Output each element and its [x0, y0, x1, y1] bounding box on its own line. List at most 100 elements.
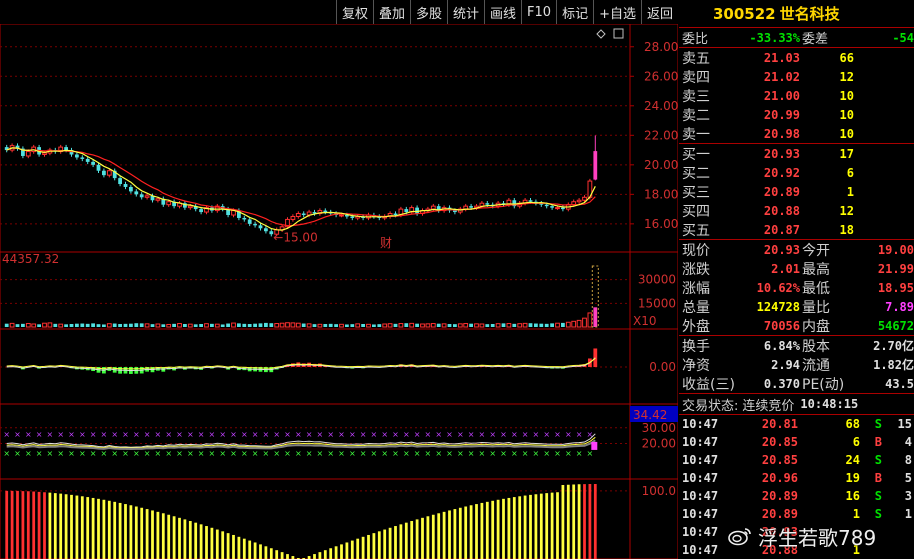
- kdj-lower-mark: ×: [101, 449, 108, 458]
- kdj-upper-mark: ×: [68, 430, 75, 439]
- candle-body: [582, 196, 587, 201]
- kdj-lower-mark: ×: [457, 449, 464, 458]
- volume-bar: [237, 323, 241, 327]
- candle-body: [404, 209, 409, 213]
- candle-body: [430, 205, 436, 210]
- volume-bar: [4, 323, 9, 327]
- volume-bar: [453, 324, 457, 327]
- buy-level-label: 买二: [682, 165, 710, 182]
- tick-time: 10:47: [682, 453, 719, 467]
- volume-value: 44357.32: [2, 252, 59, 266]
- kdj-lower-mark: ×: [381, 449, 388, 458]
- kdj-lower-mark: ×: [327, 449, 334, 458]
- volume-bar: [242, 323, 247, 327]
- tick-row[interactable]: 10:47 20.81 68 S 15: [679, 415, 914, 433]
- candle-body: [393, 213, 398, 216]
- tick-row[interactable]: 10:47 20.88 1: [679, 541, 914, 559]
- stat-value-2: 7.89: [885, 299, 914, 314]
- volume-bar: [312, 324, 317, 327]
- toolbar-button-2[interactable]: 多股: [409, 0, 447, 24]
- stat-value-2: 18.95: [877, 280, 914, 295]
- buy-level-row[interactable]: 买二 20.92 6: [679, 163, 914, 182]
- kdj-lower-mark: ×: [219, 449, 226, 458]
- kdj-lower-mark: ×: [14, 449, 21, 458]
- kdj-upper-mark: ×: [533, 430, 540, 439]
- sell-level-price: 20.98: [763, 126, 800, 141]
- kdj-upper-mark: ×: [57, 430, 64, 439]
- volume-bar: [441, 323, 447, 328]
- volume-bar: [91, 323, 95, 327]
- volume-bar: [220, 324, 225, 327]
- buy-level-row[interactable]: 买一 20.93 17: [679, 144, 914, 163]
- kdj-lower-mark: ×: [479, 449, 486, 458]
- volume-bar: [387, 323, 393, 328]
- kdj-upper-mark: ×: [414, 430, 421, 439]
- kdj-upper-mark: ×: [90, 430, 97, 439]
- fundamental-value-2: 2.70亿: [873, 339, 914, 353]
- candle-body: [301, 213, 306, 216]
- fundamental-value: 2.94: [771, 357, 800, 372]
- ma10-line: [6, 147, 596, 227]
- sell-level-row[interactable]: 卖五 21.03 66: [679, 48, 914, 67]
- buy-level-row[interactable]: 买五 20.87 18: [679, 220, 914, 239]
- kdj-lower-mark: ×: [68, 449, 75, 458]
- candle-body: [118, 178, 122, 185]
- toolbar-button-6[interactable]: 标记: [556, 0, 593, 24]
- volume-bar: [420, 323, 425, 328]
- sell-level-row[interactable]: 卖四 21.02 12: [679, 67, 914, 86]
- tick-row[interactable]: 10:47 20.96 19 B 5: [679, 469, 914, 487]
- price-tick-label: 18.00: [644, 187, 678, 201]
- buy-level-price: 20.92: [763, 165, 800, 180]
- volume-bar: [593, 307, 598, 327]
- toolbar-button-1[interactable]: 叠加: [372, 0, 410, 24]
- volume-bar: [210, 323, 214, 327]
- volume-bar: [269, 323, 274, 327]
- tick-volume: 1: [852, 507, 860, 521]
- kline-chart-svg[interactable]: 28.00 26.00 24.00 22.00 20.00 18.00 16.00 ←15.0…: [0, 24, 678, 559]
- toolbar-button-5[interactable]: F10: [521, 0, 556, 24]
- kdj-upper-mark: ×: [273, 430, 280, 439]
- buy-level-row[interactable]: 买三 20.89 1: [679, 182, 914, 201]
- kdj-upper-mark: ×: [209, 430, 216, 439]
- sell-level-row[interactable]: 卖一 20.98 10: [679, 124, 914, 143]
- volume-bar: [47, 322, 53, 328]
- sell-level-row[interactable]: 卖二 20.99 10: [679, 105, 914, 124]
- tick-row[interactable]: 10:47 20.89 1 S 1: [679, 505, 914, 523]
- toolbar-button-3[interactable]: 统计: [447, 0, 484, 24]
- volume-bar: [102, 324, 106, 327]
- volume-bar: [264, 322, 268, 327]
- stat-row: 涨跌 2.01 最高 21.99: [679, 259, 914, 278]
- tick-row[interactable]: 10:47 20.93: [679, 523, 914, 541]
- toolbar-button-7[interactable]: +自选: [593, 0, 641, 24]
- kdj-lower-mark: ×: [468, 449, 475, 458]
- tick-time: 10:47: [682, 543, 719, 557]
- tick-row[interactable]: 10:47 20.85 24 S 8: [679, 451, 914, 469]
- kdj-upper-mark: ×: [241, 430, 248, 439]
- volume-bar: [485, 324, 490, 327]
- tick-list[interactable]: 10:47 20.81 68 S 15 10:47 20.85 6 B 4 10:47 20.85 24…: [679, 414, 914, 559]
- candle-body: [166, 201, 172, 206]
- kline-chart-area[interactable]: 28.00 26.00 24.00 22.00 20.00 18.00 16.00 ←15.0…: [0, 24, 678, 559]
- candle-body: [593, 151, 598, 180]
- kdj-lower-mark: ×: [263, 449, 270, 458]
- tick-row[interactable]: 10:47 20.85 6 B 4: [679, 433, 914, 451]
- toolbar-button-8[interactable]: 返回: [640, 0, 678, 24]
- ma5-line: [6, 147, 596, 231]
- kdj-lower-mark: ×: [144, 449, 151, 458]
- kdj-lower-mark: ×: [36, 449, 43, 458]
- tick-row[interactable]: 10:47 20.89 16 S 3: [679, 487, 914, 505]
- sell-level-price: 21.00: [763, 88, 800, 103]
- kdj-upper-mark: ×: [479, 430, 486, 439]
- sell-level-row[interactable]: 卖三 21.00 10: [679, 86, 914, 105]
- volume-bar: [253, 323, 257, 327]
- kdj-lower-mark: ×: [306, 449, 313, 458]
- buy-level-row[interactable]: 买四 20.88 12: [679, 201, 914, 220]
- volume-bar: [366, 323, 371, 328]
- candle-body: [155, 198, 161, 201]
- volume-bar: [323, 324, 328, 327]
- kdj-upper-mark: ×: [522, 430, 529, 439]
- kdj-upper-mark: ×: [198, 430, 205, 439]
- toolbar-button-4[interactable]: 画线: [484, 0, 521, 24]
- tick-count: 5: [904, 471, 912, 485]
- toolbar-button-0[interactable]: 复权: [335, 0, 373, 24]
